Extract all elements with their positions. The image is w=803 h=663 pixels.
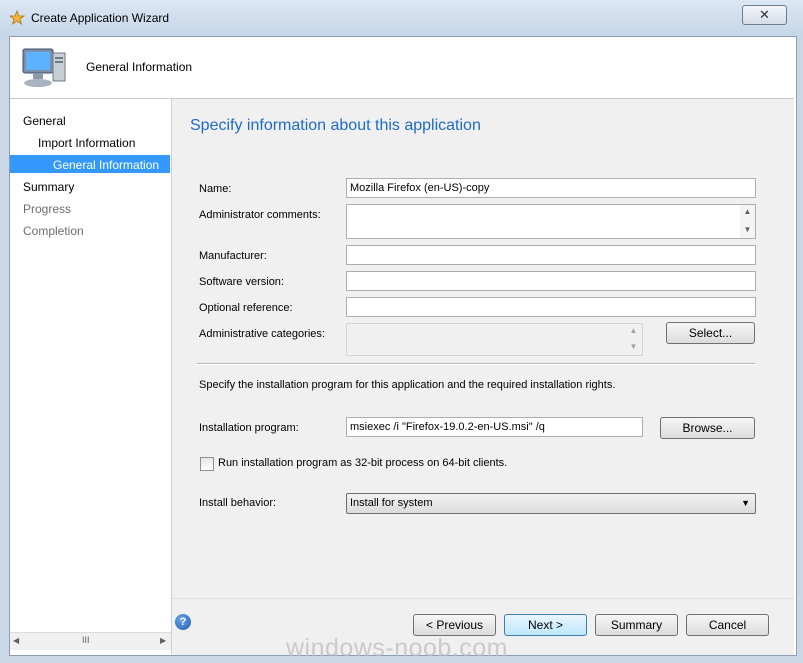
administrative-categories-label: Administrative categories:	[199, 328, 325, 340]
scroll-left-arrow-icon[interactable]: ◀	[13, 636, 19, 645]
scroll-down-arrow-icon[interactable]: ▼	[740, 225, 755, 234]
sidebar-item-general[interactable]: General	[23, 114, 66, 128]
sidebar-item-general-information[interactable]: General Information	[53, 158, 159, 172]
scroll-grip[interactable]: III	[82, 635, 90, 645]
page-heading: Specify information about this applicati…	[190, 117, 481, 134]
window-title: Create Application Wizard	[31, 11, 170, 25]
run-32bit-checkbox[interactable]	[200, 457, 214, 471]
installation-program-field[interactable]: msiexec /i "Firefox-19.0.2-en-US.msi" /q	[346, 417, 643, 437]
section-divider-highlight	[197, 364, 755, 365]
run-32bit-label[interactable]: Run installation program as 32-bit proce…	[218, 457, 507, 469]
install-behavior-label: Install behavior:	[199, 497, 277, 509]
optional-reference-label: Optional reference:	[199, 302, 293, 314]
manufacturer-label: Manufacturer:	[199, 250, 267, 262]
admin-comments-field[interactable]	[346, 204, 756, 239]
next-button[interactable]: Next >	[504, 614, 587, 636]
software-version-label: Software version:	[199, 276, 284, 288]
sidebar-item-completion: Completion	[23, 224, 84, 238]
chevron-down-icon[interactable]: ▼	[741, 494, 750, 513]
sidebar-horizontal-scrollbar[interactable]: ◀ III ▶	[10, 632, 171, 650]
help-icon[interactable]: ?	[175, 614, 191, 630]
previous-button[interactable]: < Previous	[413, 614, 496, 636]
name-label: Name:	[199, 183, 232, 195]
scroll-up-arrow-icon[interactable]: ▲	[740, 207, 755, 216]
install-behavior-select[interactable]: Install for system ▼	[346, 493, 756, 514]
manufacturer-field[interactable]	[346, 245, 756, 265]
scroll-up-arrow-icon: ▲	[629, 326, 638, 335]
header-title: General Information	[86, 60, 193, 74]
sidebar-item-import-information[interactable]: Import Information	[38, 136, 135, 150]
categories-scrollbar: ▲ ▼	[626, 324, 641, 355]
installation-section-text: Specify the installation program for thi…	[199, 379, 616, 391]
admin-comments-label: Administrator comments:	[199, 209, 321, 221]
select-button[interactable]: Select...	[666, 322, 755, 344]
install-behavior-value: Install for system	[350, 497, 433, 509]
browse-button[interactable]: Browse...	[660, 417, 755, 439]
optional-reference-field[interactable]	[346, 297, 756, 317]
administrative-categories-field	[346, 323, 643, 356]
sidebar-item-progress: Progress	[23, 202, 72, 216]
name-field[interactable]: Mozilla Firefox (en-US)-copy	[346, 178, 756, 198]
scroll-down-arrow-icon: ▼	[629, 342, 638, 351]
wizard-icon	[9, 10, 25, 25]
software-version-field[interactable]	[346, 271, 756, 291]
window-frame-left	[0, 36, 9, 662]
scroll-right-arrow-icon[interactable]: ▶	[160, 636, 166, 645]
sidebar-item-summary[interactable]: Summary	[23, 180, 74, 194]
computer-icon	[22, 48, 66, 87]
close-button[interactable]: ✕	[742, 5, 787, 25]
watermark: windows-noob.com	[286, 634, 508, 662]
admin-comments-scrollbar[interactable]: ▲ ▼	[740, 205, 755, 238]
installation-program-label: Installation program:	[199, 422, 299, 434]
summary-button[interactable]: Summary	[595, 614, 678, 636]
cancel-button[interactable]: Cancel	[686, 614, 769, 636]
